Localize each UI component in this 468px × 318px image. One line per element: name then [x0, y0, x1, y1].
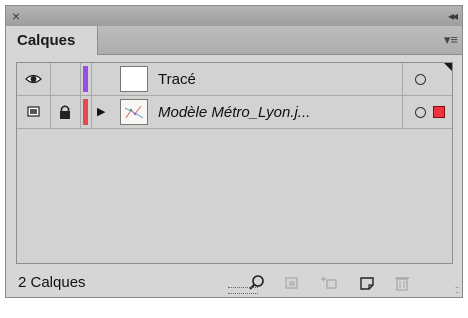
divider [91, 96, 92, 128]
collapse-icon[interactable]: ◂◂ [448, 7, 458, 25]
map-thumbnail-icon [121, 100, 147, 124]
new-layer-icon[interactable] [356, 273, 378, 293]
layers-panel: × ◂◂ Calques ▾≡ Tracé ▶ Modèle Métro_Lyo… [5, 5, 463, 298]
lock-icon [60, 105, 70, 119]
target-circle-icon[interactable] [415, 74, 426, 85]
target-circle-icon[interactable] [415, 107, 426, 118]
divider [91, 63, 92, 95]
panel-menu-icon[interactable]: ▾≡ [444, 32, 458, 48]
visibility-toggle[interactable] [17, 63, 51, 95]
template-icon [27, 106, 40, 117]
layers-list: Tracé ▶ Modèle Métro_Lyon.j... [16, 62, 453, 264]
panel-resize-handle[interactable] [228, 287, 258, 294]
layer-color-bar [83, 66, 88, 92]
layer-name[interactable]: Tracé [158, 71, 196, 88]
trash-icon[interactable] [391, 273, 413, 293]
panel-titlebar: × ◂◂ [6, 6, 462, 27]
layer-color-bar [83, 99, 88, 125]
tab-calques[interactable]: Calques [6, 26, 98, 55]
resize-grip-icon[interactable]: ⁚⁚ [455, 286, 459, 295]
lock-toggle[interactable] [50, 63, 81, 95]
visibility-toggle[interactable] [17, 96, 51, 128]
layer-thumbnail [120, 99, 148, 125]
new-sublayer-icon[interactable] [318, 273, 340, 293]
close-icon[interactable]: × [12, 7, 20, 25]
layer-count-label: 2 Calques [18, 274, 86, 291]
target-cell[interactable] [402, 96, 453, 128]
eye-icon [25, 74, 42, 84]
current-layer-indicator-icon [444, 63, 452, 71]
layer-row-trace[interactable]: Tracé [17, 63, 452, 96]
make-clipping-mask-icon[interactable] [281, 273, 303, 293]
lock-toggle[interactable] [50, 96, 81, 128]
layer-name[interactable]: Modèle Métro_Lyon.j... [158, 104, 310, 121]
layer-row-modele-metro[interactable]: ▶ Modèle Métro_Lyon.j... [17, 96, 452, 129]
panel-tabbar: Calques ▾≡ [6, 26, 462, 55]
selection-indicator-icon[interactable] [433, 106, 445, 118]
expand-triangle-icon[interactable]: ▶ [97, 105, 105, 118]
layer-thumbnail [120, 66, 148, 92]
